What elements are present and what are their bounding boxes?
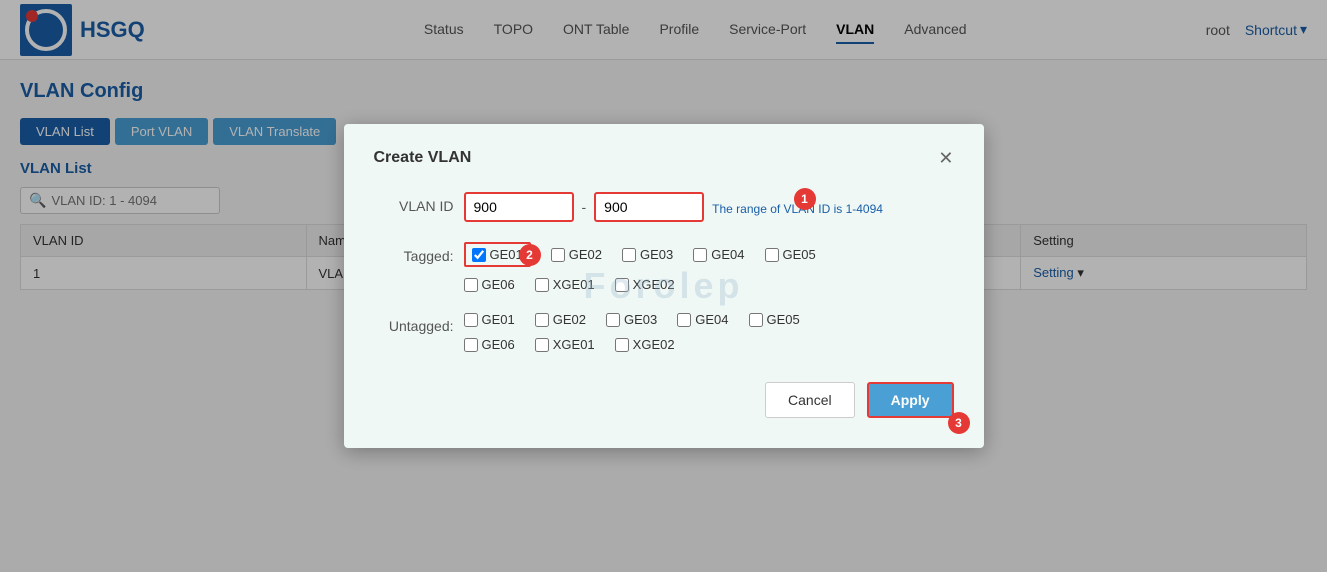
tagged-ports: GE01 GE02 GE03 GE04 [464,242,816,267]
modal-header: Create VLAN ✕ [374,149,954,167]
untagged-row: Untagged: GE01 GE02 GE03 [374,312,954,352]
tagged-xge01: XGE01 [535,277,595,292]
callout-3: 3 [948,412,970,434]
vlan-id-to-input[interactable] [594,192,704,222]
tagged-xge02-label: XGE02 [633,277,675,292]
untagged-xge02: XGE02 [615,337,675,352]
untagged-ge01-checkbox[interactable] [464,313,478,327]
untagged-ge06-checkbox[interactable] [464,338,478,352]
untagged-label: Untagged: [374,312,454,334]
cancel-button[interactable]: Cancel [765,382,855,418]
tagged-ge01-label: GE01 [490,247,523,262]
modal-overlay: Forolep 1 2 3 Create VLAN ✕ VLAN ID - [0,0,1327,572]
untagged-ports-row2: GE06 XGE01 XGE02 [464,337,800,352]
modal-footer: Cancel Apply [374,382,954,418]
untagged-ports: GE01 GE02 GE03 GE04 [464,312,800,327]
untagged-xge02-checkbox[interactable] [615,338,629,352]
modal-title: Create VLAN [374,149,472,167]
vlan-id-from-input[interactable] [464,192,574,222]
untagged-ge04-label: GE04 [695,312,728,327]
untagged-ge04: GE04 [677,312,728,327]
untagged-ge06-label: GE06 [482,337,515,352]
callout-2: 2 [519,244,541,266]
vlan-id-fields: - The range of VLAN ID is 1-4094 [464,192,883,222]
untagged-ge05: GE05 [749,312,800,327]
tagged-ge04: GE04 [693,247,744,262]
callout-1: 1 [794,188,816,210]
tagged-ge06-checkbox[interactable] [464,278,478,292]
tagged-ge02-checkbox[interactable] [551,248,565,262]
tagged-ge03-label: GE03 [640,247,673,262]
untagged-ge02-checkbox[interactable] [535,313,549,327]
untagged-ge02-label: GE02 [553,312,586,327]
tagged-ge03: GE03 [622,247,673,262]
tagged-ge05: GE05 [765,247,816,262]
create-vlan-modal: 1 2 3 Create VLAN ✕ VLAN ID - The range … [344,124,984,448]
untagged-ge03: GE03 [606,312,657,327]
untagged-xge02-label: XGE02 [633,337,675,352]
tagged-ports-row2: GE06 XGE01 XGE02 [464,277,816,292]
untagged-ge01: GE01 [464,312,515,327]
tagged-ge02: GE02 [551,247,602,262]
tagged-ge04-checkbox[interactable] [693,248,707,262]
tagged-xge01-checkbox[interactable] [535,278,549,292]
tagged-row: Tagged: GE01 GE02 GE03 [374,242,954,292]
tagged-ge04-label: GE04 [711,247,744,262]
untagged-ge05-checkbox[interactable] [749,313,763,327]
tagged-ge06-label: GE06 [482,277,515,292]
untagged-ge06: GE06 [464,337,515,352]
tagged-xge02: XGE02 [615,277,675,292]
untagged-xge01-label: XGE01 [553,337,595,352]
close-button[interactable]: ✕ [938,149,953,167]
untagged-ge05-label: GE05 [767,312,800,327]
untagged-xge01-checkbox[interactable] [535,338,549,352]
untagged-ge01-label: GE01 [482,312,515,327]
tagged-xge01-label: XGE01 [553,277,595,292]
untagged-xge01: XGE01 [535,337,595,352]
untagged-ge03-label: GE03 [624,312,657,327]
tagged-ge05-checkbox[interactable] [765,248,779,262]
tagged-ge03-checkbox[interactable] [622,248,636,262]
vlan-id-row: VLAN ID - The range of VLAN ID is 1-4094 [374,192,954,222]
tagged-xge02-checkbox[interactable] [615,278,629,292]
apply-button[interactable]: Apply [867,382,954,418]
vlan-id-label: VLAN ID [374,192,454,214]
vlan-separator: - [582,199,587,215]
tagged-ge01-checkbox[interactable] [472,248,486,262]
untagged-ge04-checkbox[interactable] [677,313,691,327]
tagged-ge05-label: GE05 [783,247,816,262]
tagged-label: Tagged: [374,242,454,264]
tagged-ge06: GE06 [464,277,515,292]
untagged-ge02: GE02 [535,312,586,327]
tagged-ge02-label: GE02 [569,247,602,262]
untagged-ge03-checkbox[interactable] [606,313,620,327]
